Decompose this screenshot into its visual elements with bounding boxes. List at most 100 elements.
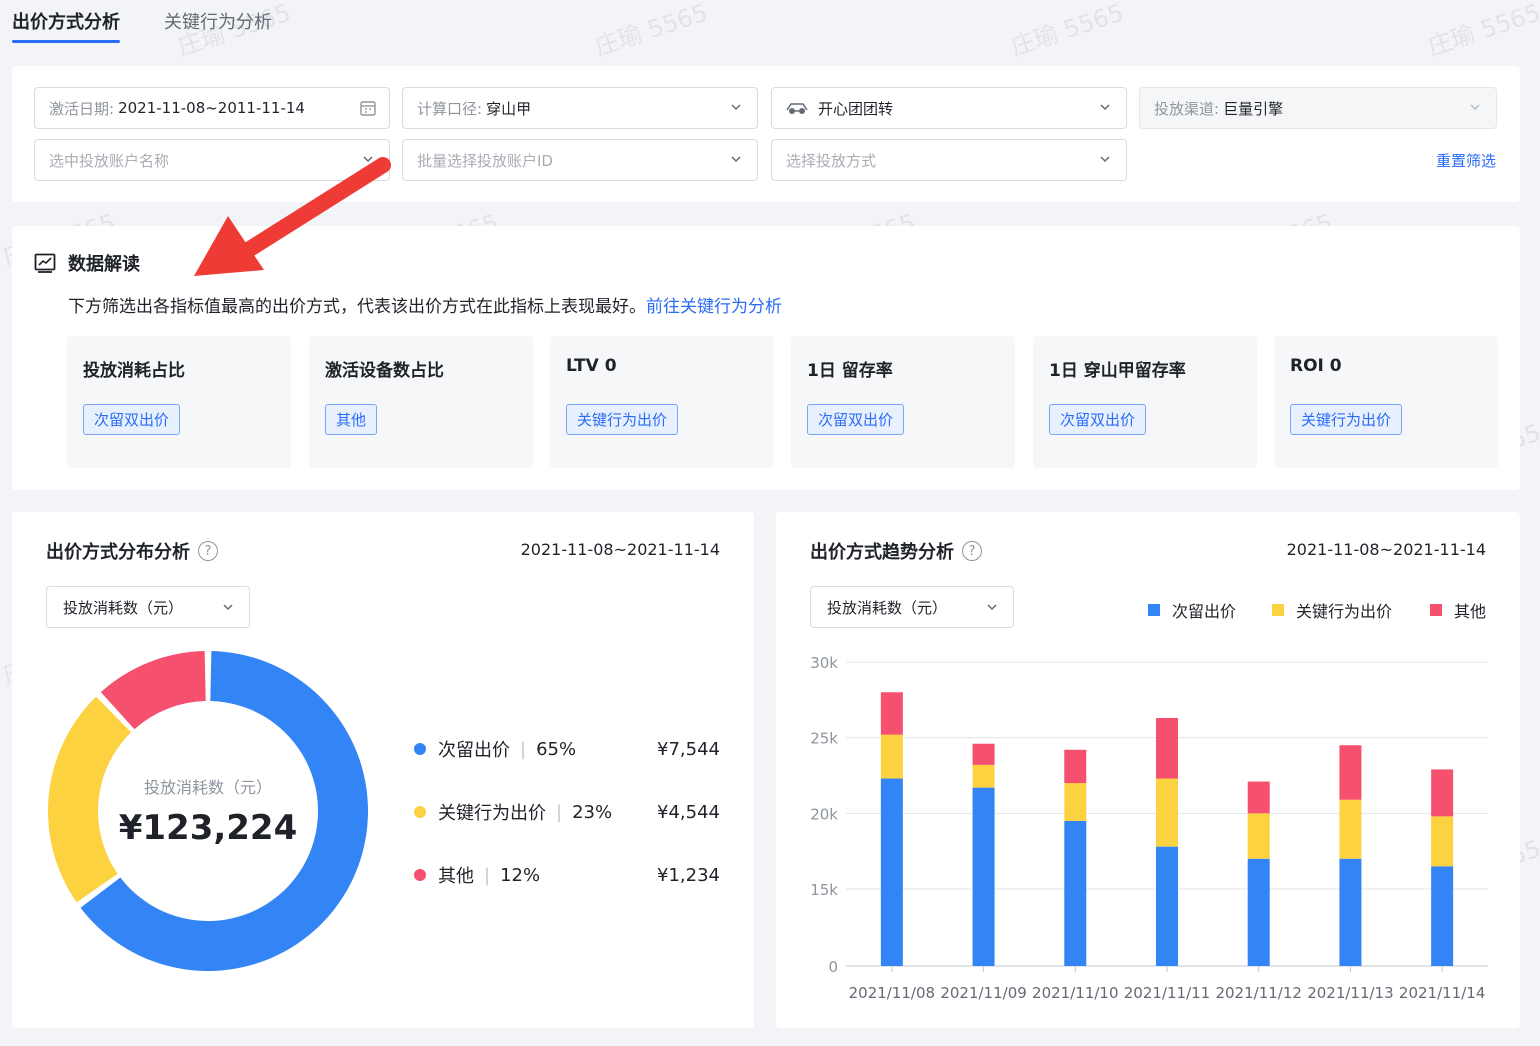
chevron-down-icon — [731, 104, 741, 111]
bar-segment — [1064, 749, 1087, 784]
goto-key-behavior-link[interactable]: 前往关键行为分析 — [646, 297, 782, 317]
legend-dot — [414, 806, 426, 818]
x-tick-label: 2021/11/11 — [1124, 984, 1210, 1002]
bid-distribution-panel: 出价方式分布分析 ? 2021-11-08~2021-11-14 投放消耗数（元… — [12, 512, 754, 1028]
legend-pct: 23% — [572, 801, 613, 823]
insight-title: 数据解读 — [68, 254, 140, 275]
metric-card: 1日 穿山甲留存率 次留双出价 — [1033, 336, 1257, 468]
bid-method-placeholder: 选择投放方式 — [786, 151, 877, 170]
y-tick-label: 30k — [810, 654, 838, 672]
metric-name: 1日 留存率 — [807, 361, 893, 381]
calc-basis-select[interactable]: 计算口径: 穿山甲 — [402, 87, 758, 129]
calc-basis-label: 计算口径: — [417, 99, 483, 118]
legend-separator: | — [520, 738, 527, 760]
bid-method-select[interactable]: 选择投放方式 — [771, 139, 1127, 181]
channel-select: 投放渠道: 巨量引擎 — [1139, 87, 1497, 129]
distribution-date-range: 2021-11-08~2021-11-14 — [520, 540, 720, 559]
metric-card: LTV 0 关键行为出价 — [550, 336, 774, 468]
legend-dot — [414, 743, 426, 755]
insight-header: 数据解读 — [34, 250, 140, 276]
legend-amount: ¥1,234 — [657, 864, 720, 886]
chart-report-icon — [34, 253, 56, 273]
legend-item: 次留出价 | 65% ¥7,544 — [414, 736, 724, 762]
metric-tag[interactable]: 其他 — [325, 404, 378, 435]
legend-separator: | — [556, 801, 563, 823]
legend-item: 其他 | 12% ¥1,234 — [414, 862, 724, 888]
distribution-metric-value: 投放消耗数（元） — [63, 598, 184, 617]
metric-card: ROI 0 关键行为出价 — [1274, 336, 1498, 468]
activation-date-value: 2021-11-08~2011-11-14 — [118, 99, 305, 117]
metric-tag[interactable]: 次留双出价 — [83, 404, 181, 435]
bar-segment — [1156, 846, 1178, 966]
account-name-placeholder: 选中投放账户名称 — [49, 151, 170, 170]
bar-segment — [1339, 745, 1362, 800]
product-select[interactable]: 开心团团转 — [771, 87, 1127, 129]
donut-slice — [100, 651, 206, 730]
chevron-down-icon — [363, 156, 373, 163]
metric-card: 投放消耗占比 次留双出价 — [67, 336, 291, 468]
help-icon[interactable]: ? — [198, 541, 218, 561]
bar-segment — [1156, 778, 1178, 847]
bar-segment — [1431, 769, 1454, 817]
donut-slice — [47, 696, 132, 903]
stacked-bar-chart: 0 15k 20k 25k 30k 2021/11/08 2021/11/09 2021/11… — [810, 654, 1488, 1002]
bar-segment — [972, 787, 995, 966]
bar-segment — [880, 692, 903, 735]
metric-name: 1日 穿山甲留存率 — [1049, 361, 1186, 381]
legend-amount: ¥4,544 — [657, 801, 720, 823]
bar-segment — [1064, 783, 1087, 821]
x-tick-label: 2021/11/09 — [940, 984, 1026, 1002]
chevron-down-icon — [731, 156, 741, 163]
watermark-text: 庄瑜 5565 — [1424, 0, 1540, 62]
bid-trend-panel: 出价方式趋势分析 ? 2021-11-08~2021-11-14 投放消耗数（元… — [776, 512, 1520, 1028]
metric-card: 1日 留存率 次留双出价 — [791, 336, 1015, 468]
legend-pct: 12% — [500, 864, 541, 886]
reset-filters-link[interactable]: 重置筛选 — [1436, 150, 1496, 171]
tab-bid-method-analysis[interactable]: 出价方式分析 — [12, 0, 120, 44]
filter-panel: 激活日期: 2021-11-08~2011-11-14 计算口径: 穿山甲 开心… — [12, 66, 1520, 202]
bar-segment — [972, 743, 995, 765]
metric-name: 激活设备数占比 — [325, 361, 444, 381]
legend-amount: ¥7,544 — [657, 738, 720, 760]
product-value: 开心团团转 — [818, 99, 894, 118]
x-tick-label: 2021/11/13 — [1307, 984, 1393, 1002]
channel-label: 投放渠道: — [1154, 99, 1220, 118]
bar-segment — [1431, 866, 1454, 966]
tab-key-behavior-analysis[interactable]: 关键行为分析 — [164, 0, 272, 44]
metric-tag[interactable]: 次留双出价 — [1049, 404, 1147, 435]
legend-pct: 65% — [536, 738, 577, 760]
y-tick-label: 25k — [810, 730, 838, 748]
legend-name: 其他 — [438, 866, 474, 887]
y-tick-label: 20k — [810, 805, 838, 823]
bar-segment — [1247, 858, 1270, 966]
watermark-text: 庄瑜 5565 — [1007, 0, 1127, 62]
legend-dot — [414, 869, 426, 881]
bar-segment — [1431, 816, 1454, 867]
activation-date-picker[interactable]: 激活日期: 2021-11-08~2011-11-14 — [34, 87, 390, 129]
insight-description: 下方筛选出各指标值最高的出价方式，代表该出价方式在此指标上表现最好。前往关键行为… — [68, 292, 782, 317]
bar-segment — [880, 778, 903, 966]
metric-tag[interactable]: 次留双出价 — [807, 404, 905, 435]
chevron-down-icon — [1100, 104, 1110, 111]
account-name-select[interactable]: 选中投放账户名称 — [34, 139, 390, 181]
metric-tag[interactable]: 关键行为出价 — [566, 404, 679, 435]
metric-tag[interactable]: 关键行为出价 — [1290, 404, 1403, 435]
account-id-placeholder: 批量选择投放账户ID — [417, 151, 553, 170]
donut-center-value: ¥123,224 — [118, 808, 298, 848]
bar-segment — [1247, 813, 1270, 859]
bar-segment — [972, 764, 995, 788]
metric-name: ROI 0 — [1290, 356, 1342, 376]
bar-segment — [1064, 820, 1087, 966]
x-tick-label: 2021/11/10 — [1032, 984, 1118, 1002]
y-tick-label: 15k — [810, 881, 838, 899]
insight-desc-text: 下方筛选出各指标值最高的出价方式，代表该出价方式在此指标上表现最好。 — [68, 297, 646, 317]
legend-separator: | — [484, 864, 491, 886]
activation-date-label: 激活日期: — [49, 99, 115, 118]
chevron-down-icon — [1100, 156, 1110, 163]
metric-card: 激活设备数占比 其他 — [309, 336, 533, 468]
account-id-select[interactable]: 批量选择投放账户ID — [402, 139, 758, 181]
product-icon — [786, 103, 808, 114]
calendar-icon — [360, 101, 376, 116]
bar-segment — [1156, 717, 1178, 779]
distribution-metric-select[interactable]: 投放消耗数（元） — [46, 586, 250, 628]
